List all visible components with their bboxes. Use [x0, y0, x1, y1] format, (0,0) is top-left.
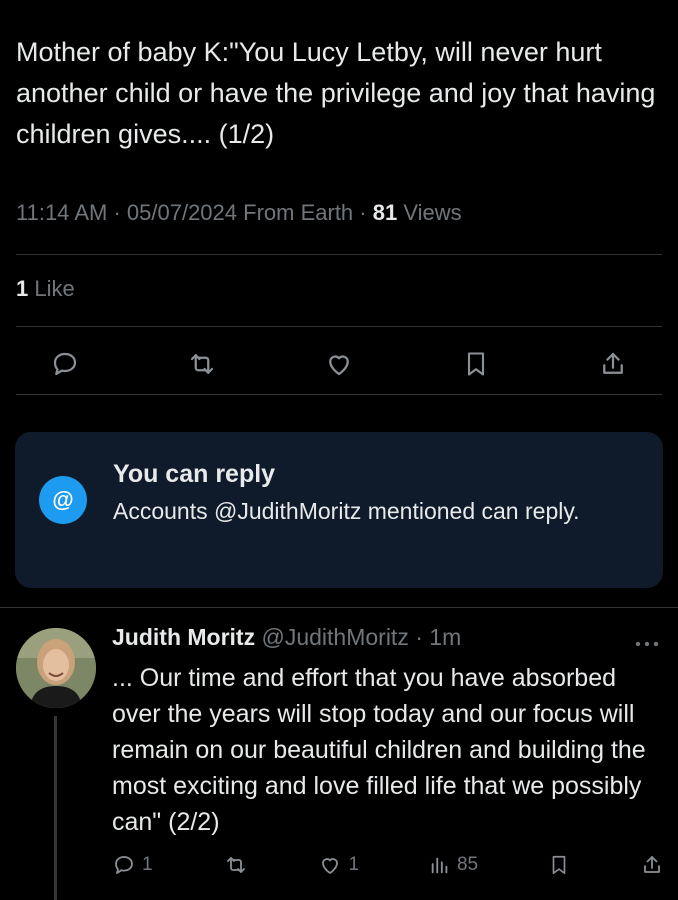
tweet-text: Mother of baby K:"You Lucy Letby, will n…: [16, 37, 656, 149]
divider: [0, 607, 678, 608]
reply-restriction-card: @ You can reply Accounts @JudithMoritz m…: [15, 432, 663, 588]
divider: [16, 254, 662, 255]
reply-action-bar: 1 1 85: [112, 850, 664, 880]
avatar[interactable]: [16, 628, 96, 708]
reply-count: 1: [142, 854, 153, 875]
reply-share-button[interactable]: [640, 853, 664, 877]
reply-time[interactable]: 1m: [429, 624, 461, 650]
like-icon[interactable]: [322, 347, 356, 381]
reply-header: Judith Moritz @JudithMoritz · 1m: [112, 624, 461, 651]
bookmark-icon: [552, 855, 566, 875]
tweet-time[interactable]: 11:14 AM: [16, 200, 107, 225]
like-icon: [322, 858, 339, 874]
share-icon[interactable]: [596, 347, 630, 381]
reply-restriction-title: You can reply: [113, 460, 276, 488]
reply-restriction-body: Accounts @JudithMoritz mentioned can rep…: [113, 498, 580, 524]
views-label: Views: [403, 200, 462, 225]
tweet-date[interactable]: 05/07/2024: [127, 200, 237, 225]
divider: [16, 394, 662, 395]
reply-icon: [115, 856, 133, 874]
reply-author-handle[interactable]: @JudithMoritz: [261, 624, 408, 650]
views-count: 85: [456, 854, 479, 875]
meta-separator: ·: [415, 624, 430, 650]
retweet-icon[interactable]: [185, 347, 219, 381]
reply-retweet-button[interactable]: [223, 853, 249, 877]
reply-reply-button[interactable]: 1: [112, 853, 153, 877]
likes-stat[interactable]: 1 Like: [16, 276, 75, 302]
like-count: 1: [348, 854, 360, 875]
views-icon: [431, 857, 448, 874]
reply-author-name[interactable]: Judith Moritz: [112, 624, 255, 650]
reply-like-button[interactable]: 1: [318, 853, 359, 877]
bookmark-icon[interactable]: [459, 347, 493, 381]
retweet-icon: [226, 857, 245, 873]
reply-views-button[interactable]: 85: [429, 854, 478, 876]
more-icon[interactable]: [634, 636, 660, 647]
divider: [16, 326, 662, 327]
meta-separator: ·: [359, 200, 373, 225]
views-count: 81: [372, 200, 398, 225]
meta-separator: ·: [113, 200, 127, 225]
reply-bookmark-button[interactable]: [548, 853, 570, 877]
likes-count: 1: [16, 276, 29, 301]
reply-icon[interactable]: [48, 347, 82, 381]
likes-label: Like: [34, 276, 75, 301]
tweet-action-bar: [48, 344, 630, 384]
tweet-source: From Earth: [243, 200, 354, 225]
share-icon: [644, 856, 660, 873]
thread-line: [54, 716, 57, 900]
at-icon: @: [39, 476, 87, 524]
reply-text: ... Our time and effort that you have ab…: [112, 664, 646, 836]
tweet-meta: 11:14 AM · 05/07/2024 From Earth · 81 Vi…: [16, 200, 462, 226]
